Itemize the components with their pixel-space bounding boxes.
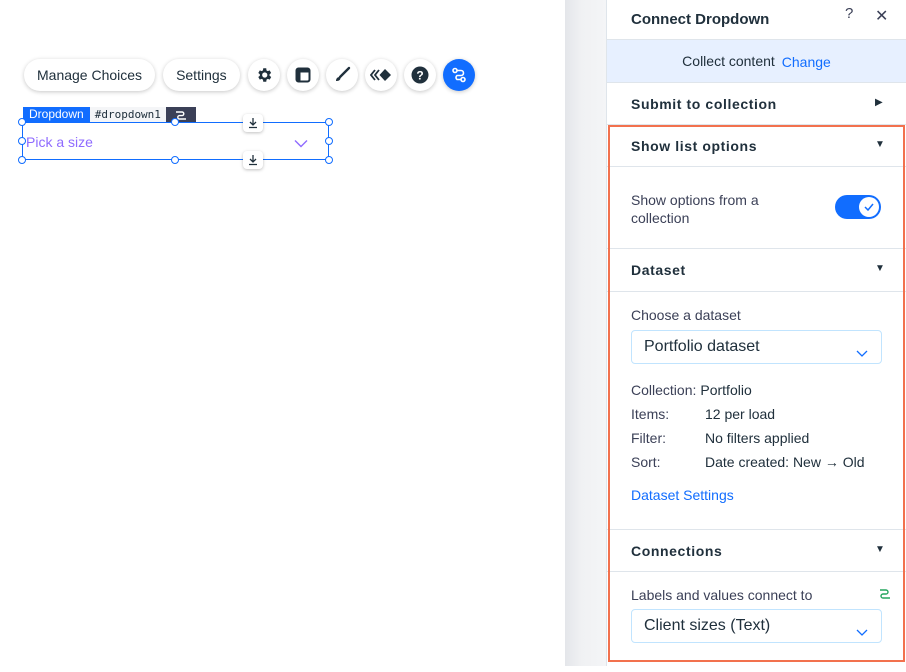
- labels-connect-label: Labels and values connect to: [631, 587, 813, 603]
- sort-value: Date created: New → Old: [705, 454, 865, 470]
- show-list-options-section[interactable]: Show list options ▼: [607, 125, 906, 167]
- caret-right-icon: ▶: [875, 97, 884, 108]
- section-title: Connections: [631, 542, 723, 559]
- panel-header: Connect Dropdown ? ✕: [607, 0, 906, 40]
- close-icon[interactable]: ✕: [875, 6, 888, 26]
- connections-section[interactable]: Connections ▼: [607, 529, 906, 572]
- connect-panel: Connect Dropdown ? ✕ Collect content Cha…: [606, 0, 906, 666]
- element-toolbar: Manage Choices Settings ?: [24, 59, 482, 91]
- resize-handle-right[interactable]: [325, 137, 333, 145]
- element-type-label: Dropdown: [23, 107, 90, 122]
- section-title: Submit to collection: [631, 95, 777, 112]
- gear-icon[interactable]: [247, 59, 280, 91]
- filter-info: Filter: No filters applied: [631, 430, 809, 446]
- change-link[interactable]: Change: [782, 54, 831, 70]
- collection-value: Portfolio: [700, 382, 752, 398]
- resize-handle-top-right[interactable]: [325, 118, 333, 126]
- show-options-toggle[interactable]: [835, 195, 881, 219]
- section-title: Show list options: [631, 137, 758, 154]
- resize-handle-bottom-right[interactable]: [325, 156, 333, 164]
- anchor-top-icon[interactable]: [243, 114, 263, 132]
- chevron-down-icon: [856, 623, 868, 641]
- panel-title: Connect Dropdown: [631, 11, 770, 28]
- dataset-select-value: Portfolio dataset: [644, 338, 760, 355]
- filter-value: No filters applied: [705, 430, 810, 446]
- resize-handle-left[interactable]: [18, 137, 26, 145]
- labels-connect-value: Client sizes (Text): [644, 617, 771, 634]
- caret-down-icon: ▼: [875, 139, 886, 150]
- chevron-down-icon: [856, 344, 868, 362]
- items-value: 12 per load: [705, 406, 776, 422]
- brush-icon[interactable]: [325, 59, 358, 91]
- help-icon[interactable]: ?: [845, 5, 853, 22]
- dropdown-placeholder: Pick a size: [26, 134, 93, 150]
- caret-down-icon: ▼: [875, 263, 886, 274]
- anchor-bottom-icon[interactable]: [243, 151, 263, 169]
- caret-down-icon: ▼: [875, 544, 886, 555]
- resize-handle-bottom-left[interactable]: [18, 156, 26, 164]
- collect-content-label: Collect content: [682, 53, 775, 69]
- collection-info: Collection: Portfolio: [631, 382, 752, 398]
- connect-icon[interactable]: [442, 59, 475, 91]
- element-id-label: #dropdown1: [89, 107, 166, 122]
- dataset-select[interactable]: Portfolio dataset: [631, 330, 882, 364]
- resize-handle-bottom[interactable]: [171, 156, 179, 164]
- show-options-row: Show options from a collection: [607, 167, 906, 249]
- section-title: Dataset: [631, 262, 686, 278]
- dataset-settings-link[interactable]: Dataset Settings: [631, 487, 734, 503]
- dataset-section[interactable]: Dataset ▼: [607, 249, 906, 292]
- submit-to-collection-section[interactable]: Submit to collection ▶: [607, 83, 906, 125]
- collect-content-bar: Collect content Change: [607, 40, 906, 83]
- choose-dataset-label: Choose a dataset: [631, 307, 741, 323]
- help-icon[interactable]: ?: [403, 59, 436, 91]
- filter-key: Filter:: [631, 430, 666, 446]
- connected-icon: [879, 587, 891, 605]
- canvas-edge-shadow: [565, 0, 606, 666]
- sort-key: Sort:: [631, 454, 661, 470]
- element-tag: Dropdown #dropdown1: [23, 107, 196, 122]
- connections-body: Labels and values connect to Client size…: [607, 572, 906, 672]
- animation-icon[interactable]: [364, 59, 397, 91]
- editor-canvas[interactable]: [0, 0, 565, 666]
- checkmark-icon: [859, 197, 879, 217]
- dataset-body: Choose a dataset Portfolio dataset Colle…: [607, 292, 906, 529]
- resize-handle-top-left[interactable]: [18, 118, 26, 126]
- layout-icon[interactable]: [286, 59, 319, 91]
- svg-text:?: ?: [416, 69, 423, 83]
- labels-connect-select[interactable]: Client sizes (Text): [631, 609, 882, 643]
- chevron-down-icon: [294, 135, 308, 153]
- collection-key: Collection:: [631, 382, 697, 398]
- sort-info: Sort: Date created: New → Old: [631, 454, 865, 470]
- items-key: Items:: [631, 406, 670, 422]
- settings-button[interactable]: Settings: [163, 59, 240, 91]
- manage-choices-button[interactable]: Manage Choices: [24, 59, 156, 91]
- show-options-label: Show options from a collection: [631, 192, 759, 226]
- items-info: Items: 12 per load: [631, 406, 775, 422]
- resize-handle-top[interactable]: [171, 118, 179, 126]
